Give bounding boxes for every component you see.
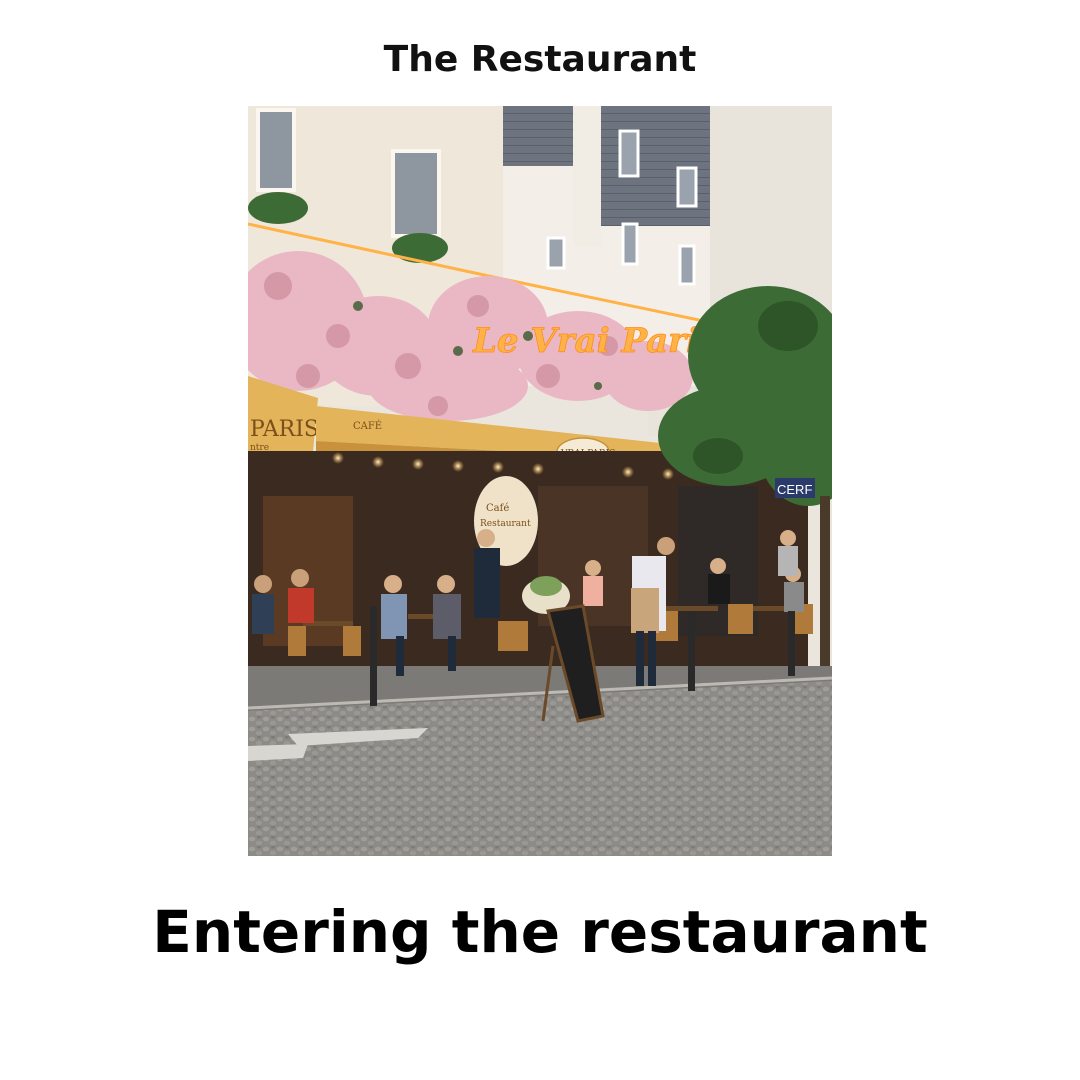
awning-cafe-text: CAFÉ bbox=[353, 420, 382, 432]
awning-left-sign: PARIS bbox=[250, 417, 319, 442]
restaurant-photo: Le Vrai Paris PARIS ntre CAFÉ VRAI PARIS bbox=[248, 106, 832, 856]
neon-sign: Le Vrai Paris bbox=[472, 321, 718, 361]
window-board-line-1: Café bbox=[486, 503, 509, 514]
caption: Entering the restaurant bbox=[152, 898, 928, 966]
window-board-line-2: Restaurant bbox=[480, 519, 531, 529]
page-title: The Restaurant bbox=[383, 39, 697, 80]
corner-sign: CERF bbox=[777, 482, 812, 497]
